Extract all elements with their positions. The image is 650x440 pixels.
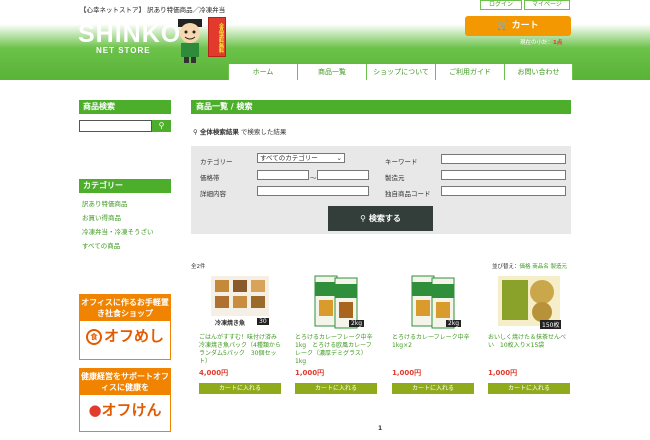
product-image[interactable]: 2kg: [398, 272, 468, 330]
category-item[interactable]: 訳あり特価商品: [82, 197, 154, 211]
add-to-cart-button[interactable]: カートに入れる: [199, 383, 281, 394]
category-select[interactable]: すべてのカテゴリー ⌄: [257, 153, 345, 163]
category-item[interactable]: お買い得商品: [82, 211, 154, 225]
page-title: 商品一覧 / 検索: [191, 100, 571, 114]
offmeshi-logo: オフめし: [103, 327, 164, 345]
sidebar-search-input[interactable]: [79, 120, 152, 132]
product-card: 冷凍焼き魚 30 ごはんがすすむ！味付け済み冷凍焼き魚パック（4種類からランダム…: [199, 272, 281, 394]
mascot-icon: [178, 19, 202, 63]
keyword-label: キーワード: [385, 158, 418, 166]
sort-price[interactable]: 価格: [520, 264, 531, 270]
nav-home[interactable]: ホーム: [228, 64, 297, 80]
search-icon: ⚲: [193, 128, 200, 136]
sort-options: 並び替え：価格 商品名 製造元: [492, 262, 567, 270]
product-card: 150枚 おいしく焼けた＆抹茶せんべい 10枚入り×15袋 1,000円 カート…: [488, 272, 570, 394]
product-image-label: 冷凍焼き魚: [215, 320, 246, 327]
add-to-cart-button[interactable]: カートに入れる: [392, 383, 474, 394]
search-button[interactable]: ⚲ 検索する: [328, 206, 433, 231]
price-max-input[interactable]: [317, 170, 369, 180]
detail-label: 詳細内容: [200, 190, 226, 198]
category-list: 訳あり特価商品 お買い得商品 冷凍弁当・冷凍そうざい すべての商品: [82, 197, 154, 253]
offmeshi-banner-text: オフィスに作るお手軽置き社食ショップ: [80, 295, 170, 321]
offken-banner[interactable]: 健康経営をサポートオフィスに健康を ●オフけん: [79, 368, 171, 432]
sidebar-category-title: カテゴリー: [79, 179, 171, 193]
sidebar-search-button[interactable]: ⚲: [152, 120, 171, 132]
nav-contact[interactable]: お問い合わせ: [504, 64, 573, 80]
sort-name[interactable]: 商品名: [532, 264, 549, 270]
category-item[interactable]: 冷凍弁当・冷凍そうざい: [82, 225, 154, 239]
product-price: 4,000円: [199, 369, 229, 377]
price-label: 価格帯: [200, 174, 220, 182]
offken-banner-text: 健康経営をサポートオフィスに健康を: [80, 369, 170, 395]
login-link[interactable]: ログイン: [480, 0, 522, 10]
pagination-current[interactable]: 1: [378, 425, 382, 432]
product-name[interactable]: とろけるカレーフレーク中辛1kg とろける欧風カレーフレーク（濃厚デミグラス）1…: [295, 334, 377, 366]
category-select-value: すべてのカテゴリー: [260, 154, 318, 162]
category-label: カテゴリー: [200, 158, 233, 166]
product-badge: 2kg: [446, 320, 462, 327]
product-image[interactable]: 150枚: [494, 272, 564, 330]
search-result-bold: 全体検索結果: [199, 128, 239, 136]
product-card: 2kg とろけるカレーフレーク中辛1kg×2 1,000円 カートに入れる: [392, 272, 474, 394]
maker-label: 製造元: [385, 174, 405, 182]
product-name[interactable]: おいしく焼けた＆抹茶せんべい 10枚入り×15袋: [488, 334, 570, 366]
product-price: 1,000円: [488, 369, 518, 377]
offmeshi-logo-icon: 食: [85, 328, 102, 345]
price-min-input[interactable]: [257, 170, 309, 180]
nav-about[interactable]: ショップについて: [366, 64, 435, 80]
search-result-rest: で検索した結果: [238, 128, 287, 136]
search-icon: ⚲: [158, 121, 165, 130]
nav-products[interactable]: 商品一覧: [297, 64, 366, 80]
add-to-cart-button[interactable]: カートに入れる: [488, 383, 570, 394]
free-shipping-stamp: 全品送料無料: [208, 17, 226, 57]
maker-input[interactable]: [441, 170, 566, 180]
nav-guide[interactable]: ご利用ガイド: [435, 64, 504, 80]
site-header: 【心幸ネットストア】 訳あり特価商品／冷凍弁当 SHINKO NET STORE…: [0, 0, 650, 80]
category-item[interactable]: すべての商品: [82, 239, 154, 253]
cart-subtotal-label: 現在の小計：: [520, 40, 554, 46]
keyword-input[interactable]: [441, 154, 566, 164]
search-icon: ⚲: [360, 214, 369, 223]
site-tagline: 【心幸ネットストア】 訳あり特価商品／冷凍弁当: [80, 6, 226, 14]
product-image[interactable]: 冷凍焼き魚 30: [205, 272, 275, 330]
chevron-down-icon: ⌄: [336, 154, 342, 162]
sort-maker[interactable]: 製造元: [551, 264, 568, 270]
sort-label: 並び替え：: [492, 264, 520, 270]
product-badge: 2kg: [349, 320, 365, 327]
search-button-label: 検索する: [368, 214, 401, 223]
code-label: 独自商品コード: [385, 190, 431, 198]
detail-input[interactable]: [257, 186, 369, 196]
code-input[interactable]: [441, 186, 566, 196]
product-price: 1,000円: [392, 369, 422, 377]
product-price: 1,000円: [295, 369, 325, 377]
product-card: 2kg とろけるカレーフレーク中辛1kg とろける欧風カレーフレーク（濃厚デミグ…: [295, 272, 377, 394]
main-nav: ホーム 商品一覧 ショップについて ご利用ガイド お問い合わせ: [228, 64, 573, 80]
product-image[interactable]: 2kg: [301, 272, 371, 330]
offken-logo: オフけん: [101, 401, 162, 419]
product-badge: 30: [257, 318, 269, 325]
logo-text: SHINKO: [78, 20, 182, 48]
product-name[interactable]: ごはんがすすむ！味付け済み冷凍焼き魚パック（4種類からランダム5パック 30個セ…: [199, 334, 281, 366]
search-result-text: ⚲ 全体検索結果 で検索した結果: [193, 126, 286, 136]
cart-label: カート: [511, 21, 539, 31]
cart-count: 1点: [553, 40, 563, 46]
add-to-cart-button[interactable]: カートに入れる: [295, 383, 377, 394]
offmeshi-banner[interactable]: オフィスに作るお手軽置き社食ショップ 食オフめし: [79, 294, 171, 360]
sidebar-search-title: 商品検索: [79, 100, 171, 114]
price-separator: 〜: [310, 174, 317, 182]
mypage-link[interactable]: マイページ: [524, 0, 570, 10]
cart-subtotal: 現在の小計：1点: [520, 38, 562, 46]
apple-icon: ●: [88, 401, 102, 419]
product-badge: 150枚: [540, 320, 562, 329]
site-logo[interactable]: SHINKO NET STORE: [78, 20, 182, 62]
cart-button[interactable]: 🛒 カート: [465, 16, 571, 36]
cart-icon: 🛒: [497, 21, 512, 31]
product-name[interactable]: とろけるカレーフレーク中辛1kg×2: [392, 334, 474, 366]
result-count: 全2件: [191, 264, 206, 270]
